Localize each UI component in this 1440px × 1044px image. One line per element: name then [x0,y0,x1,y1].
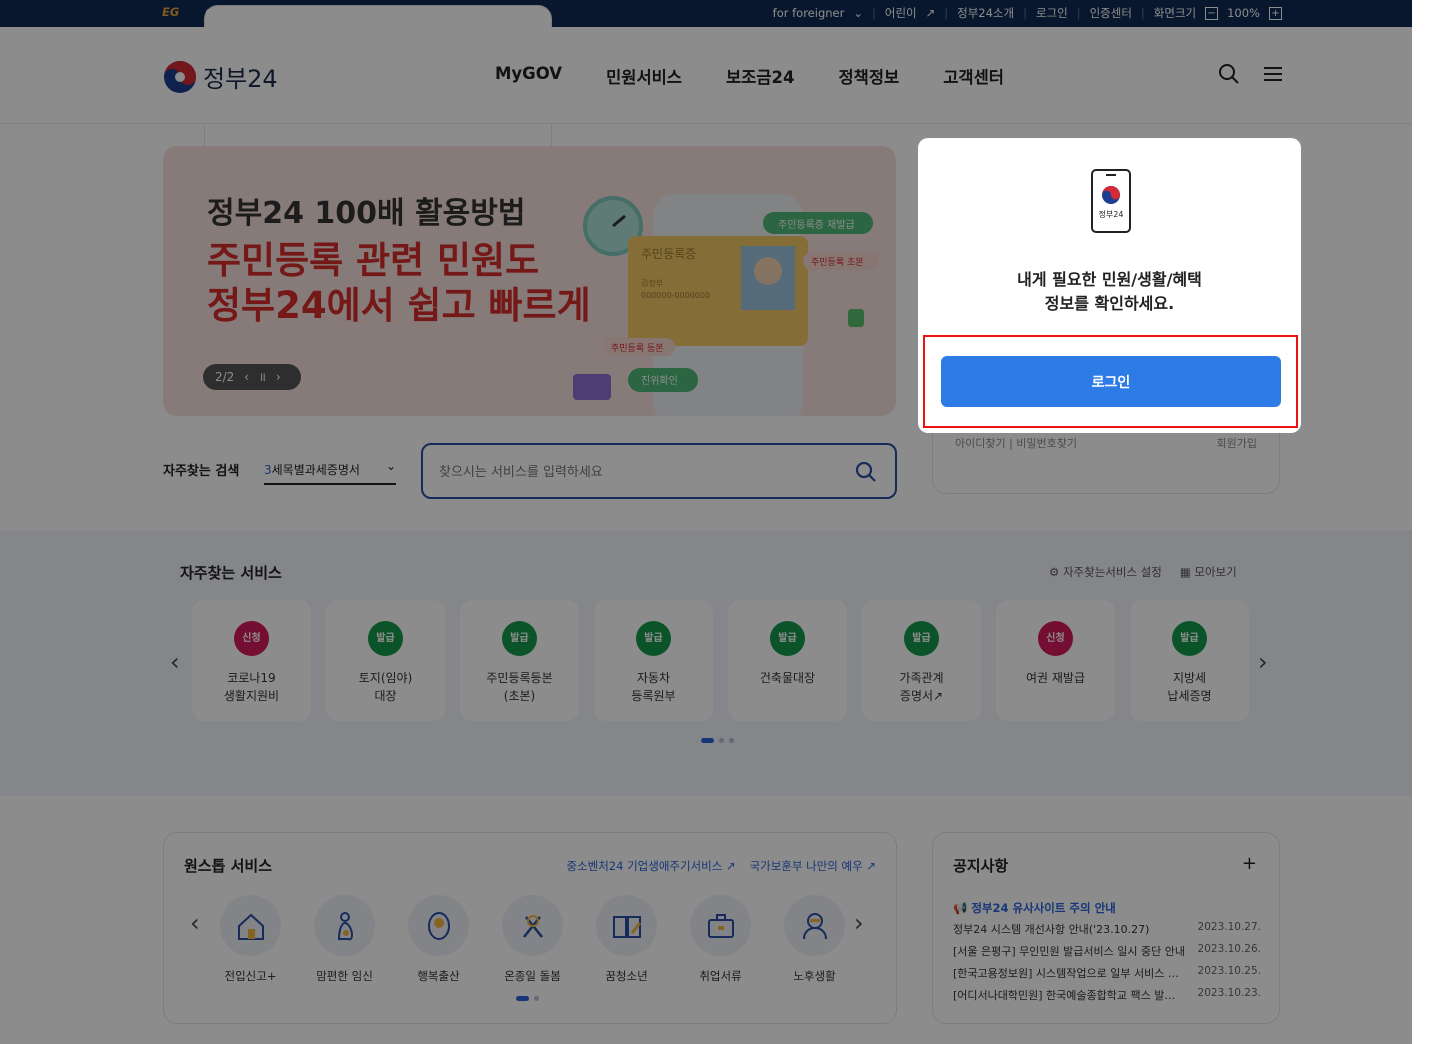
svg-text:정부24: 정부24 [1099,209,1124,219]
phone-app-icon: 정부24 [1091,169,1131,233]
right-margin [1412,0,1440,1044]
login-prompt-modal: 정부24 내게 필요한 민원/생활/혜택 정보를 확인하세요. 로그인 [918,138,1301,433]
login-button[interactable]: 로그인 [941,356,1281,407]
modal-message: 내게 필요한 민원/생활/혜택 정보를 확인하세요. [1017,270,1202,313]
page: EG 이 누리집은 대한민국 공식 전자정부 누리집입니다. for forei… [0,0,1440,1044]
